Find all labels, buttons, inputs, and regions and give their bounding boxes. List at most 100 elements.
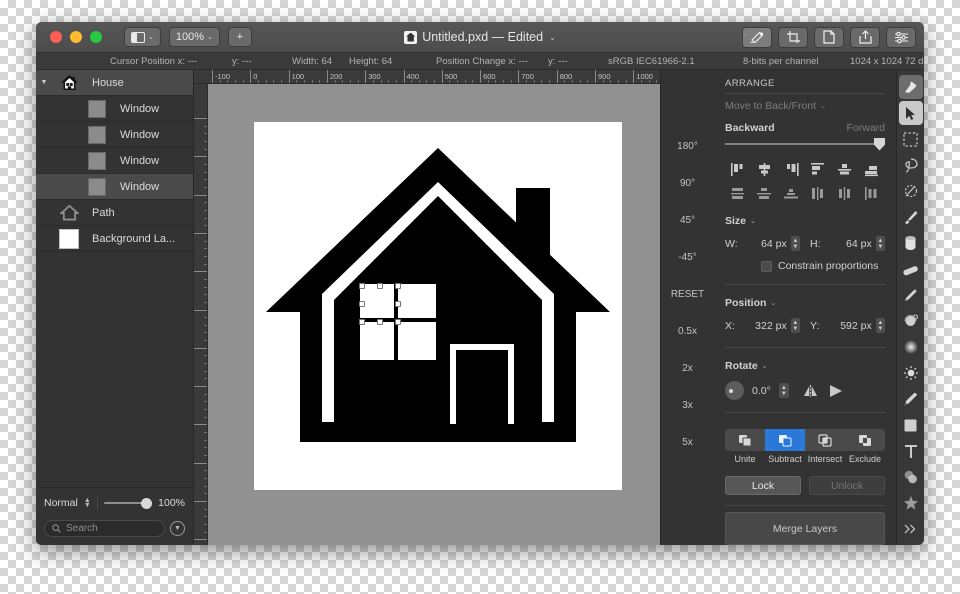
blend-mode-value[interactable]: Normal — [44, 497, 78, 509]
blend-mode-stepper[interactable]: ▲ ▼ — [84, 497, 91, 509]
preset-90[interactable]: 90° — [661, 165, 714, 202]
preset-3x[interactable]: 3x — [661, 387, 714, 424]
layer-row-window[interactable]: Window — [36, 174, 193, 200]
selection-handles[interactable] — [359, 283, 401, 325]
handle-bottom-right[interactable] — [395, 319, 401, 325]
eraser-tool[interactable] — [899, 257, 923, 281]
handle-top-right[interactable] — [395, 283, 401, 289]
zoom-level-button[interactable]: 100% ⌄ — [168, 27, 220, 47]
layer-row-window[interactable]: Window — [36, 148, 193, 174]
preset-2x[interactable]: 2x — [661, 350, 714, 387]
preset-45[interactable]: -45° — [661, 239, 714, 276]
align-center-vertical-icon[interactable] — [836, 162, 853, 177]
align-left-icon[interactable] — [730, 162, 747, 177]
arrange-slider[interactable] — [725, 137, 885, 151]
arrange-marker[interactable] — [874, 137, 885, 151]
lock-button[interactable]: Lock — [725, 476, 801, 495]
distribute-horizontal-center-icon[interactable] — [836, 186, 853, 201]
adjustments-button[interactable] — [886, 26, 916, 48]
width-field-value[interactable]: 64 px — [744, 238, 787, 250]
x-field-value[interactable]: 322 px — [744, 320, 787, 332]
move-to-back-front-row[interactable]: Move to Back/Front ⌄ — [725, 100, 885, 112]
distribute-horizontal-right-icon[interactable] — [863, 186, 880, 201]
boolean-unite-button[interactable] — [725, 429, 765, 451]
handle-middle-left[interactable] — [359, 301, 365, 307]
house-artwork[interactable] — [254, 122, 622, 490]
flip-vertical-icon[interactable] — [828, 384, 845, 398]
share-button[interactable] — [850, 26, 880, 48]
x-stepper[interactable]: ▲ ▼ — [790, 318, 801, 333]
lasso-tool[interactable] — [899, 153, 923, 177]
arrange-tool[interactable] — [898, 75, 923, 99]
pen-tool[interactable] — [899, 387, 923, 411]
artboard[interactable] — [254, 122, 622, 490]
vertical-ruler[interactable]: 0 100 200 300 400 500 600 700 800 900 1000 1100 — [194, 84, 208, 545]
height-stepper[interactable]: ▲ ▼ — [875, 236, 886, 251]
opacity-slider[interactable] — [103, 497, 153, 509]
handle-bottom-center[interactable] — [377, 319, 383, 325]
distribute-vertical-bottom-icon[interactable] — [783, 186, 800, 201]
panels-toggle-button[interactable]: ⌄ — [124, 27, 161, 47]
rotate-angle-value[interactable]: 0.0° — [752, 385, 771, 397]
brush-tool[interactable] — [899, 205, 923, 229]
handle-top-center[interactable] — [377, 283, 383, 289]
crop-tool-button[interactable] — [778, 26, 808, 48]
size-section-header[interactable]: Size ⌄ — [725, 215, 885, 227]
star-tool[interactable] — [899, 491, 923, 515]
layer-options-button[interactable]: ▼ — [170, 521, 185, 536]
constrain-proportions-checkbox[interactable] — [761, 260, 772, 272]
flip-horizontal-icon[interactable] — [803, 384, 820, 398]
preset-5x[interactable]: 5x — [661, 424, 714, 461]
opacity-knob[interactable] — [141, 497, 153, 509]
rotate-dial[interactable] — [725, 381, 744, 400]
align-top-icon[interactable] — [810, 162, 827, 177]
preset-180[interactable]: 180° — [661, 128, 714, 165]
forward-label[interactable]: Forward — [846, 122, 885, 134]
search-input[interactable]: Search — [44, 520, 165, 537]
preset-reset[interactable]: RESET — [661, 276, 714, 313]
marquee-select-tool[interactable] — [899, 127, 923, 151]
align-bottom-icon[interactable] — [863, 162, 880, 177]
color-blend-tool[interactable] — [899, 465, 923, 489]
handle-bottom-left[interactable] — [359, 319, 365, 325]
handle-top-left[interactable] — [359, 283, 365, 289]
text-tool[interactable] — [899, 439, 923, 463]
backward-label[interactable]: Backward — [725, 122, 775, 134]
add-button[interactable]: + — [227, 27, 252, 47]
boolean-subtract-button[interactable] — [765, 429, 805, 451]
rectangle-tool[interactable] — [899, 413, 923, 437]
magic-wand-tool[interactable] — [899, 179, 923, 203]
move-tool[interactable] — [898, 101, 923, 125]
horizontal-ruler[interactable]: -100010020030040050060070080090010001100 — [194, 70, 660, 84]
layer-row-background-la[interactable]: Background La... — [36, 226, 193, 252]
distribute-vertical-center-icon[interactable] — [756, 186, 773, 201]
align-center-horizontal-icon[interactable] — [756, 162, 773, 177]
merge-layers-button[interactable]: Merge Layers — [725, 512, 885, 545]
preset-45[interactable]: 45° — [661, 202, 714, 239]
handle-middle-right[interactable] — [395, 301, 401, 307]
paint-bucket-tool[interactable] — [899, 231, 923, 255]
layer-row-path[interactable]: Path — [36, 200, 193, 226]
distribute-horizontal-icon[interactable] — [810, 186, 827, 201]
height-field-value[interactable]: 64 px — [829, 238, 872, 250]
y-stepper[interactable]: ▲ ▼ — [875, 318, 886, 333]
minimize-button[interactable] — [70, 31, 82, 43]
y-field-value[interactable]: 592 px — [829, 320, 872, 332]
close-button[interactable] — [50, 31, 62, 43]
unlock-button[interactable]: Unlock — [809, 476, 885, 495]
width-stepper[interactable]: ▲ ▼ — [790, 236, 801, 251]
boolean-exclude-button[interactable] — [845, 429, 885, 451]
new-document-button[interactable] — [814, 26, 844, 48]
distribute-vertical-icon[interactable] — [730, 186, 747, 201]
position-section-header[interactable]: Position ⌄ — [725, 297, 885, 309]
clone-stamp-tool[interactable] — [899, 309, 923, 333]
rotate-section-header[interactable]: Rotate ⌄ — [725, 360, 885, 372]
layer-row-window[interactable]: Window — [36, 122, 193, 148]
pencil-tool[interactable] — [899, 283, 923, 307]
boolean-intersect-button[interactable] — [805, 429, 845, 451]
layer-row-window[interactable]: Window — [36, 96, 193, 122]
canvas-viewport[interactable] — [208, 84, 660, 545]
align-right-icon[interactable] — [783, 162, 800, 177]
preset-0.5x[interactable]: 0.5x — [661, 313, 714, 350]
rotate-stepper[interactable]: ▲ ▼ — [778, 383, 789, 398]
